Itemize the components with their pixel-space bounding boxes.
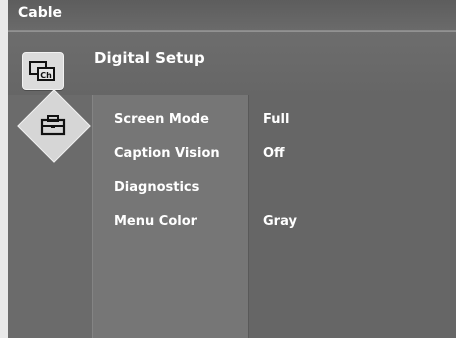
menu-item-menu-color[interactable]: Menu Color [114, 214, 197, 229]
menu-header: Digital Setup [8, 31, 456, 96]
channel-icon: Ch [29, 61, 55, 81]
value-screen-mode: Full [263, 112, 290, 127]
menu-item-caption-vision[interactable]: Caption Vision [114, 146, 220, 161]
top-bar: Cable [8, 0, 456, 31]
setup-toolbox-icon [36, 108, 70, 142]
channel-menu-button[interactable]: Ch [22, 52, 64, 90]
menu-item-diagnostics[interactable]: Diagnostics [114, 180, 199, 195]
setup-menu-button[interactable] [17, 89, 91, 163]
value-caption-vision: Off [263, 146, 285, 161]
source-title: Cable [18, 5, 63, 21]
page-title: Digital Setup [94, 49, 205, 67]
channel-icon-text: Ch [40, 71, 52, 80]
value-menu-color: Gray [263, 214, 297, 229]
menu-item-screen-mode[interactable]: Screen Mode [114, 112, 209, 127]
left-edge [0, 0, 8, 338]
